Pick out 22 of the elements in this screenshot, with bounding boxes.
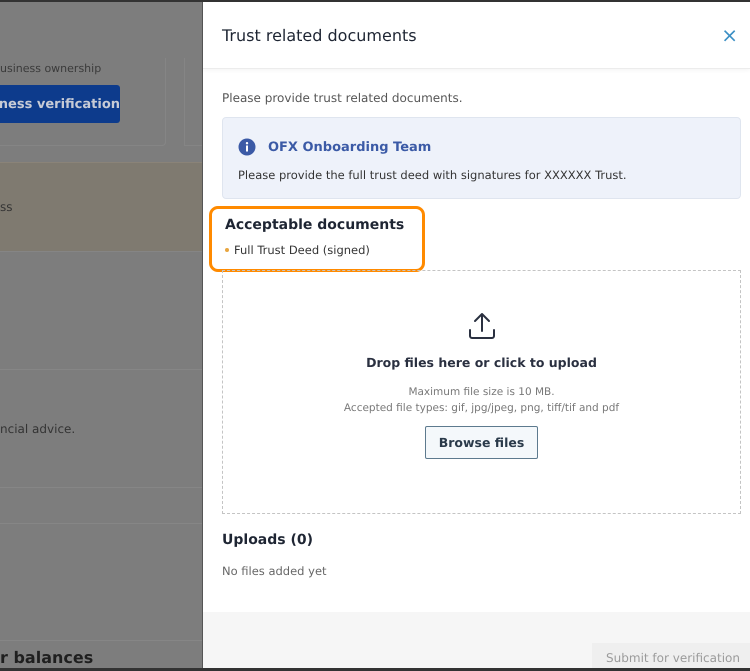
notice-text: ss — [0, 200, 13, 214]
sender-name: OFX Onboarding Team — [268, 140, 432, 154]
document-item: Full Trust Deed (signed) — [234, 243, 370, 257]
section-heading: Acceptable documents — [225, 217, 404, 233]
balances-heading: r balances — [0, 647, 94, 667]
browse-files-button[interactable]: Browse files — [424, 426, 538, 459]
uploads-heading: Uploads (0) — [222, 532, 314, 548]
drop-zone[interactable]: Drop files here or click to upload Maximum file size is 10 MB. Accepted file types: gif, jpg/jpeg, png, tiff/tif and pdf Browse files — [222, 270, 741, 514]
ownership-text: usiness ownership — [0, 62, 102, 75]
close-button[interactable]: × — [717, 23, 742, 47]
info-icon — [238, 138, 256, 156]
size-limit-text: Maximum file size is 10 MB. — [408, 385, 555, 400]
drop-prompt: Drop files here or click to upload — [366, 355, 597, 370]
empty-uploads-text: No files added yet — [222, 564, 328, 578]
message-text: Please provide the full trust deed with signatures for XXXXXX Trust. — [238, 168, 628, 182]
verification-button[interactable]: ness verification — [0, 85, 120, 123]
panel-title: Trust related documents — [222, 26, 417, 44]
upload-icon — [466, 311, 496, 341]
bullet-icon — [225, 248, 229, 252]
intro-text: Please provide trust related documents. — [222, 91, 464, 105]
advice-text: ncial advice. — [0, 422, 76, 436]
file-types-text: Accepted file types: gif, jpg/jpeg, png, tiff/tif and pdf — [344, 401, 620, 416]
